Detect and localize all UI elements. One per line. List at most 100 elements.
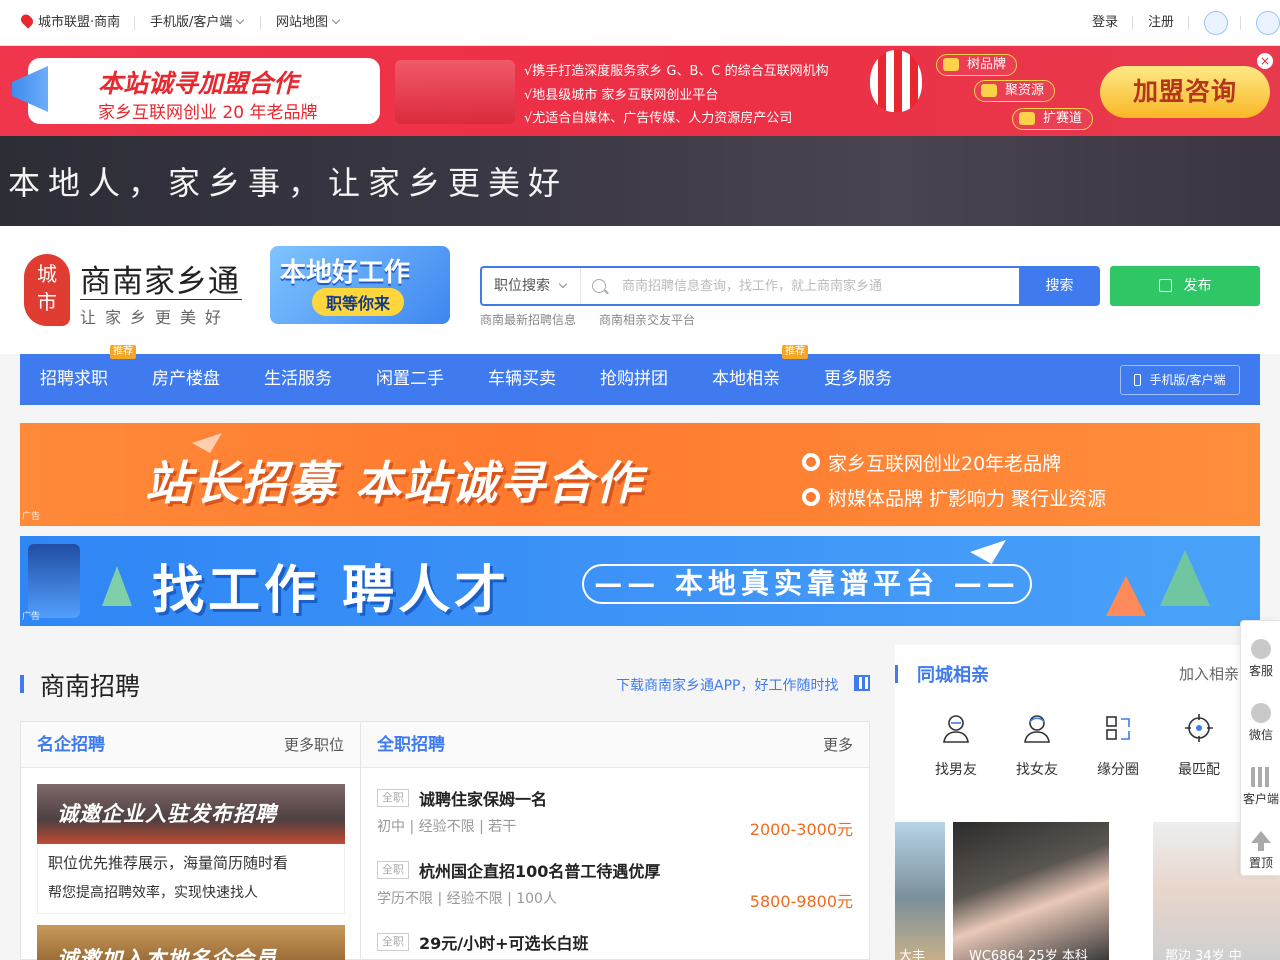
job-type-tag: 全职 (377, 789, 409, 807)
invite-line: 职位优先推荐展示，海量简历随时看 (48, 854, 289, 872)
mobile-link[interactable]: 手机版/客户端 (150, 0, 245, 46)
job-title[interactable]: 29元/小时+可选长白班 (419, 930, 589, 954)
post-button[interactable]: 发布 (1110, 266, 1260, 306)
notification-icon[interactable] (1256, 11, 1280, 35)
promo-tag: 扩赛道 (1012, 108, 1094, 130)
floating-toolbar: 客服 微信 客户端 置顶 (1240, 620, 1280, 876)
nav-item-cars[interactable]: 车辆买卖 (488, 354, 556, 405)
nav-item-dating[interactable]: 本地相亲 推荐 (712, 345, 808, 405)
job-title[interactable]: 诚聘住家保姆一名 (419, 786, 547, 810)
logo[interactable]: 城市 (24, 254, 70, 326)
good-job-title: 本地好工作 (280, 258, 411, 288)
panel-title: 全职招聘 (377, 735, 445, 755)
search-category-label: 职位搜索 (494, 278, 550, 294)
nav-item-label: 本地相亲 (712, 369, 780, 389)
jobs-section: 商南招聘 下载商南家乡通APP，好工作随时找 名企招聘 更多职位 诚邀企业入驻发… (20, 645, 870, 960)
wechat-icon (1251, 703, 1271, 723)
mobile-label: 手机版/客户端 (150, 15, 233, 30)
job-salary: 5800-9800元 (749, 892, 853, 911)
more-link[interactable]: 更多 (823, 722, 853, 768)
search-category-select[interactable]: 职位搜索 (494, 268, 568, 304)
back-to-top-button[interactable]: 置顶 (1241, 831, 1280, 871)
search-input[interactable] (622, 268, 1012, 304)
nav-item-groupbuy[interactable]: 抢购拼团 (600, 354, 668, 405)
hot-link[interactable]: 商南最新招聘信息 (480, 311, 576, 328)
ad-banner-recruit[interactable]: 站长招募 本站诚寻合作 家乡互联网创业20年老品牌 树媒体品牌 扩影响力 聚行业… (20, 423, 1260, 526)
phone-icon (1134, 374, 1142, 386)
download-app-link[interactable]: 下载商南家乡通APP，好工作随时找 (616, 675, 838, 695)
invite-banner[interactable]: 诚邀加入本地名企会员 (37, 925, 345, 960)
job-title[interactable]: 杭州国企直招100名普工待遇优厚 (419, 858, 660, 882)
famous-company-panel: 名企招聘 更多职位 诚邀企业入驻发布招聘 职位优先推荐展示，海量简历随时看 帮您… (20, 721, 361, 960)
join-dating-link[interactable]: 加入相亲 (1179, 663, 1239, 684)
chevron-down-icon (558, 279, 568, 289)
invite-banner[interactable]: 诚邀企业入驻发布招聘 (37, 784, 345, 844)
promo-card-title: 本站诚寻加盟合作 (98, 69, 299, 98)
tree-icon (1160, 550, 1210, 606)
section-accent (895, 665, 898, 683)
find-girlfriend-button[interactable]: 找女友 (996, 713, 1078, 779)
male-user-icon (943, 715, 969, 743)
divider (80, 299, 242, 300)
fate-circle-button[interactable]: 缘分圈 (1077, 713, 1159, 779)
site-header: 城市 商南家乡通 让家乡更美好 本地好工作 职等你来 职位搜索 搜索 发布 商南… (0, 226, 1280, 354)
team-illustration (395, 60, 515, 124)
customer-service-button[interactable]: 客服 (1241, 639, 1280, 679)
nav-item-life[interactable]: 生活服务 (264, 354, 332, 405)
recommend-badge: 推荐 (110, 345, 136, 359)
promo-banner[interactable]: 本站诚寻加盟合作 家乡互联网创业 20 年老品牌 √携手打造深度服务家乡 G、B… (0, 46, 1280, 136)
more-jobs-link[interactable]: 更多职位 (284, 722, 344, 768)
close-icon[interactable]: × (1257, 53, 1273, 69)
invite-desc: 职位优先推荐展示，海量简历随时看 帮您提高招聘效率，实现快速找人 (37, 844, 345, 914)
dating-title: 同城相亲 (917, 665, 989, 686)
float-label: 客服 (1248, 664, 1273, 678)
ad-banner-jobs[interactable]: 找工作 聘人才 —— 本地真实靠谱平台 —— 广告 (20, 536, 1260, 626)
promo-bullet: √携手打造深度服务家乡 G、B、C 的综合互联网机构 (524, 64, 829, 79)
dating-icon-label: 缘分圈 (1097, 762, 1139, 778)
tree-icon (102, 566, 132, 606)
good-job-promo[interactable]: 本地好工作 职等你来 (270, 246, 450, 324)
nav-item-jobs[interactable]: 招聘求职 推荐 (40, 345, 136, 405)
profile-photo[interactable]: 大丰 (895, 822, 945, 960)
nav-app-button[interactable]: 手机版/客户端 (1120, 365, 1240, 395)
client-app-button[interactable]: 客户端 (1241, 767, 1280, 807)
arrow-up-icon (1251, 831, 1271, 851)
profile-caption: 那边 34岁 中 (1165, 949, 1242, 960)
circle-share-icon (1106, 716, 1130, 740)
city-union-link[interactable]: 城市联盟·商南 (18, 0, 121, 46)
find-boyfriend-button[interactable]: 找男友 (915, 713, 997, 779)
invite-banner-text: 诚邀加入本地名企会员 (57, 947, 277, 960)
site-tagline: 让家乡更美好 (80, 308, 231, 327)
divider (1132, 16, 1133, 30)
ad-headline: 站长招募 本站诚寻合作 (145, 456, 644, 510)
profile-caption: 大丰 (899, 949, 926, 960)
nav-item-house[interactable]: 房产楼盘 (152, 354, 220, 405)
wechat-icon[interactable] (1204, 11, 1228, 35)
job-meta: 学历不限 | 经验不限 | 100人 (377, 891, 557, 907)
register-link[interactable]: 注册 (1148, 0, 1174, 46)
search-icon (592, 279, 606, 293)
nav-item-secondhand[interactable]: 闲置二手 (376, 354, 444, 405)
job-type-tag: 全职 (377, 933, 409, 951)
city-union-label: 城市联盟·商南 (38, 15, 121, 30)
profile-photo[interactable]: WC6864 25岁 本科 (953, 822, 1109, 960)
sitemap-link[interactable]: 网站地图 (276, 0, 341, 46)
hot-link[interactable]: 商南相亲交友平台 (599, 311, 695, 328)
slogan-text: 本地人，家乡事，让家乡更美好 (8, 164, 569, 202)
divider (1188, 16, 1189, 30)
join-consult-button[interactable]: 加盟咨询 (1100, 66, 1270, 118)
nav-item-more[interactable]: 更多服务 (824, 354, 892, 405)
person-illustration (28, 544, 80, 618)
wechat-button[interactable]: 微信 (1241, 703, 1280, 743)
search-button[interactable]: 搜索 (1019, 266, 1100, 306)
headset-icon (1251, 639, 1271, 659)
qr-code-icon[interactable] (854, 675, 870, 691)
login-link[interactable]: 登录 (1092, 0, 1118, 46)
fulltime-panel: 全职招聘 更多 全职 诚聘住家保姆一名 初中 | 经验不限 | 若干 2000-… (361, 721, 870, 960)
tree-icon (1106, 576, 1146, 616)
panel-title: 名企招聘 (37, 735, 105, 755)
dating-icon-label: 找男友 (935, 762, 977, 778)
best-match-button[interactable]: 最匹配 (1158, 713, 1240, 779)
female-user-icon (1024, 715, 1050, 743)
site-name[interactable]: 商南家乡通 (80, 256, 240, 301)
